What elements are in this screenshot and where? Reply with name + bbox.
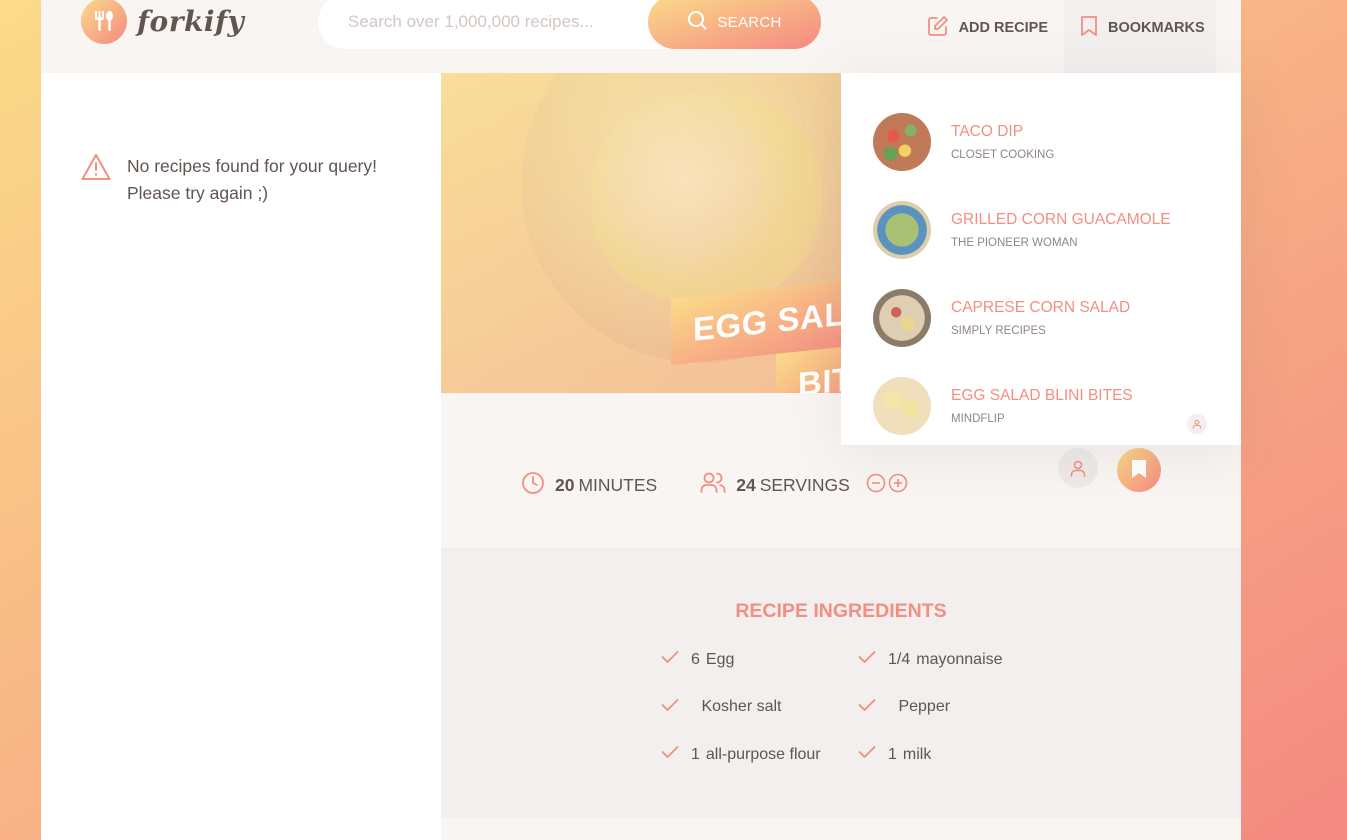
ingredient-item: 1 all-purpose flour [661,743,858,767]
bookmark-publisher: CLOSET COOKING [951,149,1055,161]
check-icon [661,698,679,717]
search-icon [687,10,707,34]
logo[interactable]: forkify [81,0,244,44]
ingredient-item: Pepper [858,696,1055,720]
nav: ADD RECIPE BOOKMARKS [911,0,1241,73]
error-line-2: Please try again ;) [127,183,269,203]
bookmarks-button[interactable]: BOOKMARKS [1064,0,1216,73]
user-generated-icon [1187,414,1207,434]
check-icon [858,745,876,764]
bookmark-icon [1080,15,1098,41]
ingredient-item: Kosher salt [661,696,858,720]
bookmark-title: GRILLED CORN GUACAMOLE [951,211,1171,228]
ingredient-item: 1 milk [858,743,1055,767]
ingredient-description: mayonnaise [916,650,1003,668]
ingredient-list: 6 Egg 1/4 mayonnaise Kosher salt Pepper [661,648,1061,767]
ingredient-quantity: 1 [691,745,700,763]
ingredient-quantity [691,698,695,716]
bookmark-item[interactable]: CAPRESE CORN SALAD SIMPLY RECIPES [841,274,1241,362]
bookmark-item[interactable]: GRILLED CORN GUACAMOLE THE PIONEER WOMAN [841,186,1241,274]
error-line-1: No recipes found for your query! [127,156,377,176]
servings: 24 SERVINGS [700,471,908,500]
check-icon [858,650,876,669]
check-icon [858,698,876,717]
bookmark-title: TACO DIP [951,123,1024,140]
recipe-thumbnail [873,201,931,259]
recipe-thumbnail [873,113,931,171]
search-results: No recipes found for your query! Please … [41,73,441,840]
bookmark-item[interactable]: EGG SALAD BLINI BITES MINDFLIP [841,362,1241,450]
header: forkify SEARCH ADD RECIPE [41,0,1241,73]
cooking-time: 20 MINUTES [521,471,657,500]
bookmark-title: CAPRESE CORN SALAD [951,299,1131,316]
minutes-label: MINUTES [578,475,658,495]
ingredient-description: milk [902,745,932,763]
bookmark-filled-icon [1131,459,1147,482]
bookmark-item[interactable]: TACO DIP CLOSET COOKING [841,98,1241,186]
ingredient-description: all-purpose flour [705,745,821,763]
fork-spoon-icon [81,0,127,44]
edit-icon [927,15,949,41]
bookmarks-label: BOOKMARKS [1108,19,1205,36]
ingredient-item: 6 Egg [661,648,858,672]
ingredient-quantity: 6 [691,650,700,668]
check-icon [661,745,679,764]
ingredient-quantity: 1 [888,745,897,763]
ingredients-title: RECIPE INGREDIENTS [735,600,947,622]
ingredient-quantity: 1/4 [888,650,911,668]
ingredient-quantity [888,698,892,716]
users-icon [700,471,726,500]
recipe-thumbnail [873,377,931,435]
bookmark-publisher: SIMPLY RECIPES [951,325,1046,337]
add-recipe-label: ADD RECIPE [958,19,1048,36]
logo-text: forkify [137,4,245,38]
ingredient-description: Pepper [898,698,951,716]
recipe-thumbnail [873,289,931,347]
servings-label: SERVINGS [759,475,850,495]
bookmark-title: EGG SALAD BLINI BITES [951,387,1133,404]
search-button-label: SEARCH [717,13,782,31]
ingredient-description: Egg [705,650,735,668]
clock-icon [521,471,545,500]
alert-triangle-icon [81,153,111,207]
search-input[interactable] [348,12,638,32]
bookmark-recipe-button[interactable] [1117,448,1161,492]
increase-servings-button[interactable] [888,473,908,498]
bookmark-publisher: MINDFLIP [951,413,1005,425]
ingredient-item: 1/4 mayonnaise [858,648,1055,672]
add-recipe-button[interactable]: ADD RECIPE [911,0,1064,73]
search-button[interactable]: SEARCH [648,0,821,49]
check-icon [661,650,679,669]
user-generated-icon [1058,448,1098,488]
bookmark-publisher: THE PIONEER WOMAN [951,237,1078,249]
error-message: No recipes found for your query! Please … [81,153,407,207]
recipe-ingredients: RECIPE INGREDIENTS 6 Egg 1/4 mayonnaise … [441,548,1241,818]
bookmarks-panel: TACO DIP CLOSET COOKING GRILLED CORN GUA… [841,73,1241,445]
ingredient-description: Kosher salt [701,698,782,716]
search-form: SEARCH [318,0,821,49]
minutes-value: 20 [555,475,575,495]
decrease-servings-button[interactable] [866,473,886,498]
servings-value: 24 [736,475,756,495]
